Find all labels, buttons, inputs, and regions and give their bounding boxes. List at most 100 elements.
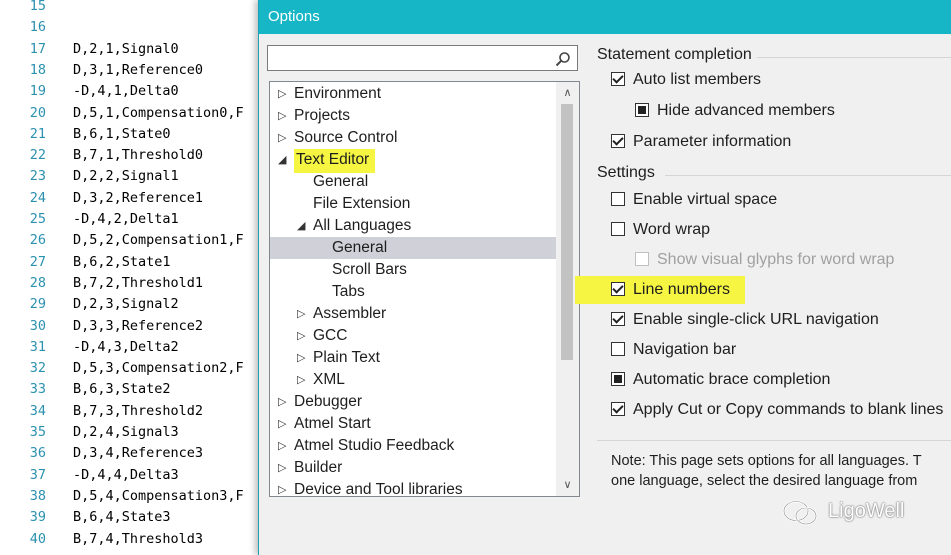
option-checkbox[interactable] [611, 192, 625, 206]
line-number: 32 [29, 360, 46, 377]
code-text[interactable]: D,3,2,Reference1 [73, 188, 203, 209]
code-text[interactable]: B,6,4,State3 [73, 507, 171, 528]
option-checkbox[interactable] [611, 134, 625, 148]
option-label: Parameter information [633, 133, 792, 150]
code-text[interactable]: -D,4,2,Delta1 [73, 209, 179, 230]
code-text[interactable]: B,6,1,State0 [73, 124, 171, 145]
collapsed-arrow-icon[interactable]: ▷ [278, 413, 290, 435]
option-label: Hide advanced members [657, 102, 835, 119]
code-text[interactable]: D,3,4,Reference3 [73, 443, 203, 464]
code-text[interactable]: B,6,2,State1 [73, 252, 171, 273]
expanded-arrow-icon[interactable]: ◢ [297, 215, 309, 237]
tree-item-label: Atmel Studio Feedback [294, 437, 455, 454]
tree-item-label: Atmel Start [294, 415, 371, 432]
code-text[interactable]: B,7,4,Threshold3 [73, 529, 203, 550]
watermark-text: LigoWell [828, 500, 905, 522]
line-number: 40 [29, 530, 46, 547]
title-bar[interactable]: Options [259, 0, 951, 34]
option-checkbox[interactable] [635, 103, 649, 117]
collapsed-arrow-icon[interactable]: ▷ [278, 127, 290, 149]
option-checkbox[interactable] [611, 312, 625, 326]
options-dialog: Options ▷ Environment ▷ Projects ▷ Source Con… [258, 0, 951, 555]
line-number: 28 [29, 274, 46, 291]
code-text[interactable]: D,5,1,Compensation0,F [73, 103, 244, 124]
line-number: 29 [29, 296, 46, 313]
settings-header: Settings [597, 164, 655, 181]
collapsed-arrow-icon[interactable]: ▷ [278, 105, 290, 127]
line-number: 19 [29, 83, 46, 100]
line-number: 35 [29, 424, 46, 440]
line-number: 33 [29, 381, 46, 398]
collapsed-arrow-icon[interactable]: ▷ [297, 303, 309, 325]
code-text[interactable]: D,3,1,Reference0 [73, 60, 203, 81]
line-number: 26 [29, 232, 46, 249]
collapsed-arrow-icon[interactable]: ▷ [297, 369, 309, 391]
code-text[interactable]: B,7,3,Threshold2 [73, 401, 203, 422]
code-text[interactable]: D,5,2,Compensation1,F [73, 230, 244, 251]
search-box[interactable] [267, 45, 578, 71]
option-label: Automatic brace completion [633, 371, 831, 388]
collapsed-arrow-icon[interactable]: ▷ [278, 83, 290, 105]
line-number: 34 [29, 402, 46, 419]
settings-divider [665, 175, 951, 176]
line-number: 39 [29, 509, 46, 526]
line-number: 16 [29, 19, 46, 36]
code-text[interactable]: B,7,2,Threshold1 [73, 273, 203, 294]
tree-item-label: XML [313, 371, 345, 388]
line-number: 36 [29, 445, 46, 462]
code-text[interactable]: D,3,3,Reference2 [73, 316, 203, 337]
line-number: 21 [29, 125, 46, 142]
note-line-2: one language, select the desired languag… [611, 473, 918, 489]
code-editor[interactable]: 15 16 17 D,2,1,Signal0 18 D,3,1,Reference0 19 -… [0, 0, 300, 555]
code-text[interactable]: D,2,3,Signal2 [73, 294, 179, 315]
tree-item-label: Environment [294, 85, 382, 102]
collapsed-arrow-icon[interactable]: ▷ [297, 325, 309, 347]
scroll-up-arrow-icon[interactable]: ∧ [556, 82, 579, 104]
search-input[interactable] [272, 48, 542, 68]
option-label: Navigation bar [633, 341, 737, 358]
scroll-down-arrow-icon[interactable]: ∨ [556, 474, 579, 496]
option-checkbox[interactable] [611, 222, 625, 236]
collapsed-arrow-icon[interactable]: ▷ [278, 457, 290, 479]
code-text[interactable]: B,7,1,Threshold0 [73, 145, 203, 166]
note-text: Note: This page sets options for all lan… [611, 451, 922, 491]
collapsed-arrow-icon[interactable]: ▷ [297, 347, 309, 369]
tree-item-label: General [332, 239, 388, 256]
note-divider [597, 440, 951, 441]
code-text[interactable]: B,6,3,State2 [73, 379, 171, 400]
code-text[interactable]: -D,4,1,Delta0 [73, 81, 179, 102]
line-number: 22 [29, 147, 46, 164]
tree-item-label: Text Editor [294, 149, 376, 173]
note-line-1: Note: This page sets options for all lan… [611, 453, 922, 469]
tree-item-label: Source Control [294, 129, 398, 146]
line-number: 31 [29, 338, 46, 355]
collapsed-arrow-icon[interactable]: ▷ [278, 391, 290, 413]
line-number: 38 [29, 487, 46, 504]
option-checkbox[interactable] [611, 372, 625, 386]
options-tree: ▷ Environment ▷ Projects ▷ Source Control ◢ Tex… [269, 81, 580, 497]
scroll-thumb[interactable] [561, 104, 573, 360]
code-text[interactable]: D,2,1,Signal0 [73, 39, 179, 60]
option-checkbox[interactable] [611, 402, 625, 416]
code-text[interactable]: -D,4,3,Delta2 [73, 337, 179, 358]
wechat-icon [782, 500, 818, 526]
tree-item-label: Builder [294, 459, 343, 476]
option-checkbox[interactable] [611, 342, 625, 356]
expanded-arrow-icon[interactable]: ◢ [278, 149, 290, 171]
tree-item[interactable]: General [270, 237, 556, 259]
line-number: 17 [29, 40, 46, 57]
collapsed-arrow-icon[interactable]: ▷ [278, 479, 290, 496]
code-text[interactable]: D,5,4,Compensation3,F [73, 486, 244, 507]
option-checkbox[interactable] [611, 72, 625, 86]
code-text[interactable]: D,5,3,Compensation2,F [73, 358, 244, 379]
tree-item-label: Plain Text [313, 349, 380, 366]
code-text[interactable]: D,2,2,Signal1 [73, 166, 179, 187]
collapsed-arrow-icon[interactable]: ▷ [278, 435, 290, 457]
search-icon[interactable] [555, 51, 571, 67]
option-checkbox [635, 252, 649, 266]
code-text[interactable]: D,2,4,Signal3 [73, 422, 179, 443]
line-number: 15 [29, 0, 46, 14]
tree-item-label: Debugger [294, 393, 363, 410]
option-checkbox[interactable] [611, 282, 625, 296]
code-text[interactable]: -D,4,4,Delta3 [73, 465, 179, 486]
